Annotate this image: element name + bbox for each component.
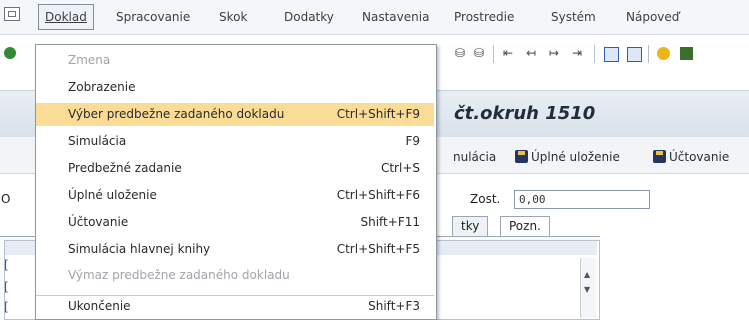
last-page-icon[interactable]: ⇥ <box>572 47 585 60</box>
tab-poznamky[interactable]: Pozn. <box>500 216 550 236</box>
menu-dodatky[interactable]: Dodatky <box>284 10 334 24</box>
menu-item-zobrazenie[interactable]: Zobrazenie <box>36 76 434 99</box>
previous-page-icon[interactable]: ↤ <box>526 47 539 60</box>
menu-doklad[interactable]: Doklad <box>38 4 94 30</box>
save-icon <box>515 150 528 163</box>
enter-icon[interactable] <box>4 47 16 59</box>
menu-spracovanie[interactable]: Spracovanie <box>116 10 190 24</box>
window-menu-icon[interactable] <box>4 7 20 21</box>
menu-nastavenia[interactable]: Nastavenia <box>362 10 429 24</box>
tab-dodatky[interactable]: tky <box>452 216 489 236</box>
find-icon[interactable]: ⛁ <box>455 47 468 60</box>
shortcut-icon[interactable] <box>627 47 642 62</box>
page-title: čt.okruh 1510 <box>454 103 596 124</box>
menu-item-ukoncenie[interactable]: Ukončenie Shift+F3 <box>36 296 434 318</box>
menu-napoved[interactable]: Nápoveď <box>626 10 679 24</box>
menu-item-uctovanie[interactable]: Účtovanie Shift+F11 <box>36 211 434 234</box>
first-page-icon[interactable]: ⇤ <box>503 47 516 60</box>
scroll-down-icon[interactable]: ▼ <box>584 285 590 294</box>
post-button[interactable]: Účtovanie <box>653 150 729 164</box>
zost-label: Zost. <box>470 192 501 206</box>
toolbar-separator <box>594 45 595 63</box>
simulate-button[interactable]: nulácia <box>453 150 496 164</box>
menu-skok[interactable]: Skok <box>219 10 247 24</box>
menu-item-simulacia-hlavnej-knihy[interactable]: Simulácia hlavnej knihy Ctrl+Shift+F5 <box>36 238 434 261</box>
field-label-clipped: O <box>1 192 11 206</box>
menu-prostredie[interactable]: Prostredie <box>454 10 514 24</box>
row-selector[interactable]: [ <box>4 280 9 294</box>
toolbar-separator <box>493 45 494 63</box>
scroll-up-icon[interactable]: ▲ <box>584 270 590 279</box>
find-next-icon[interactable]: ⛁ <box>474 47 487 60</box>
menu-item-simulacia[interactable]: Simulácia F9 <box>36 130 434 153</box>
menu-item-predbezne-zadanie[interactable]: Predbežné zadanie Ctrl+S <box>36 157 434 180</box>
menu-item-zmena: Zmena <box>68 53 111 67</box>
help-icon[interactable] <box>657 47 670 60</box>
save-icon <box>653 150 666 163</box>
row-selector[interactable]: [ <box>4 258 9 272</box>
menu-item-vyber-predbezne-zadaneho-dokladu[interactable]: Výber predbežne zadaného dokladu Ctrl+Sh… <box>36 103 434 126</box>
full-save-button[interactable]: Úplné uloženie <box>515 150 620 164</box>
row-selector[interactable]: [ <box>4 300 9 314</box>
next-page-icon[interactable]: ↦ <box>549 47 562 60</box>
toolbar-separator <box>648 45 649 63</box>
menu-item-vymaz-predbezne-zadaneho-dokladu: Výmaz predbežne zadaného dokladu <box>68 268 290 282</box>
zost-field[interactable]: 0,00 <box>514 190 650 209</box>
layout-menu-icon[interactable] <box>680 47 693 60</box>
menu-item-uplne-ulozenie[interactable]: Úplné uloženie Ctrl+Shift+F6 <box>36 184 434 207</box>
new-session-icon[interactable] <box>604 47 619 62</box>
menu-system[interactable]: Systém <box>551 10 596 24</box>
